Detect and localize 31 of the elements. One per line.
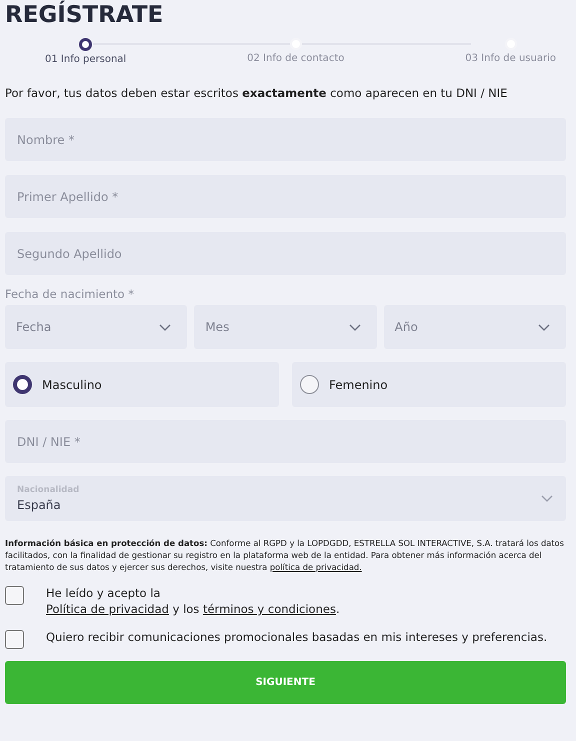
input-field[interactable]: Segundo Apellido [5,232,566,275]
checkbox[interactable] [5,630,24,649]
period-text: . [336,602,340,616]
privacy-link[interactable]: política de privacidad. [270,562,362,572]
step-label: 01 Info personal [45,54,126,65]
field-label: Fecha de nacimiento * [5,287,135,301]
privacy-notice: Información básica en protección de datos: Conforme al RGPD y la LOPDGDD, ESTRELLA SOL INTERACTIVE, S.A. tratará los datos facilitados, con la finalidad de gestionar su registro en la plataforma web de la entidad. Para obtener más información acerca del tratamiento de sus datos y ejercer sus derechos, visite nuestra política de privacidad. [5,537,565,573]
radio-label: Femenino [329,378,388,392]
radio-label: Masculino [42,378,102,392]
privacy-policy-link[interactable]: Política de privacidad [46,602,169,616]
consent-text: y los [172,602,200,616]
chevron-icon [159,324,172,330]
radio-button[interactable] [300,375,319,394]
checkbox[interactable] [5,586,24,605]
step-label: 03 Info de usuario [465,53,556,64]
input-field[interactable]: Nombre * [5,118,566,161]
radio-option[interactable]: Masculino [5,362,279,407]
chevron-icon [541,495,553,502]
input-field[interactable]: DNI / NIE * [5,420,566,463]
intro-text: Por favor, tus datos deben estar escritos exactamente como aparecen en tu DNI / NIE [5,86,508,100]
step-label: 02 Info de contacto [247,53,344,64]
consent-text: Quiero recibir comunicaciones promocionales basadas en mis intereses y preferencias. [46,629,548,645]
chevron-icon [348,324,361,330]
dropdown-value: España [17,498,62,512]
radio-option[interactable]: Femenino [292,362,566,407]
input-field[interactable]: Primer Apellido * [5,175,566,218]
consent-text: He leído y acepto la [46,585,162,601]
radio-button[interactable] [13,375,32,394]
page-title: REGÍSTRATE [5,0,164,28]
chevron-icon [538,324,550,330]
terms-link[interactable]: términos y condiciones [202,602,336,616]
